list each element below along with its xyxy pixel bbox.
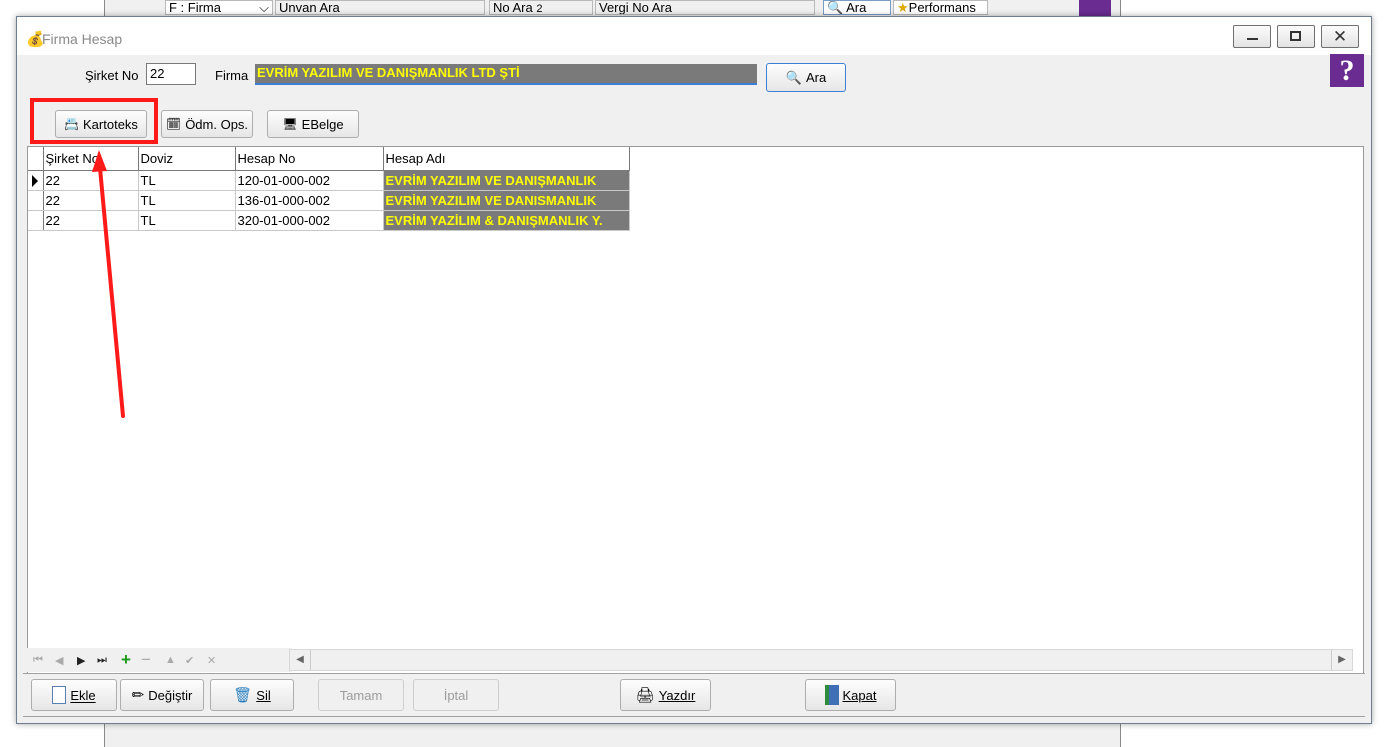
arrow-shaft (98, 166, 125, 418)
arrow-head (92, 150, 107, 172)
annotation-arrow (92, 150, 125, 418)
